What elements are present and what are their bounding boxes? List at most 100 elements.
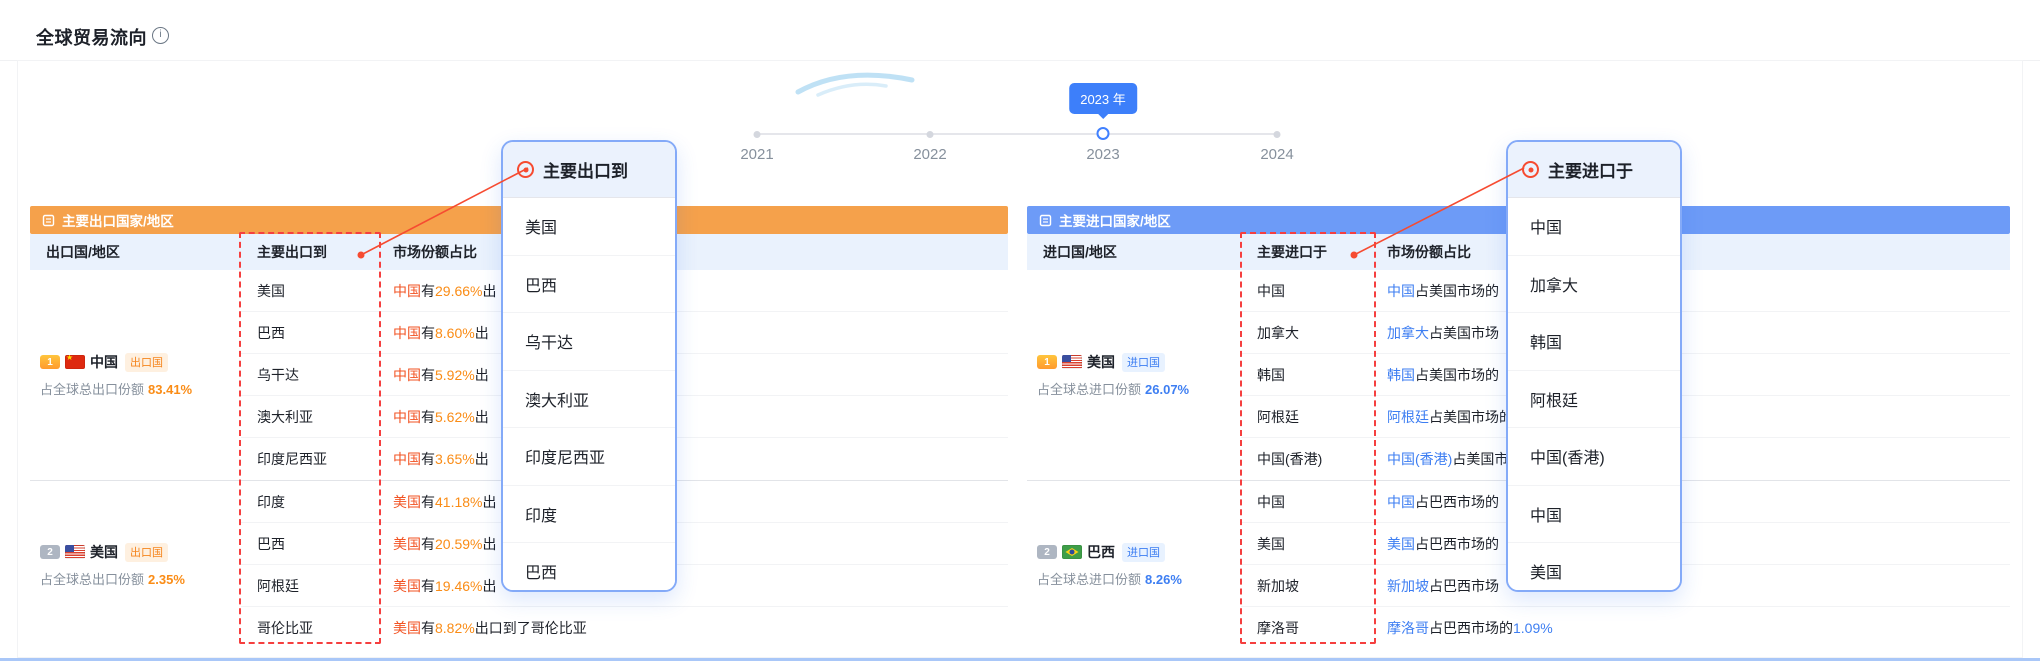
export-table-title: 主要出口国家/地区 [62, 210, 174, 230]
import-src-popup: 主要进口于 中国加拿大韩国阿根廷中国(香港)中国美国 [1506, 140, 1682, 592]
share-text-part: 出 [475, 365, 489, 385]
timeline-point-2023[interactable] [1097, 127, 1110, 140]
rank-badge: 2 [1037, 545, 1057, 559]
share-text-part: 中国 [393, 323, 421, 343]
partner-cell: 巴西 [241, 523, 377, 565]
share-text-part: 美国 [393, 618, 421, 638]
import-table-title: 主要进口国家/地区 [1059, 210, 1171, 230]
share-text-part: 中国 [393, 449, 421, 469]
popup-list-item[interactable]: 巴西 [503, 256, 675, 314]
popup-list-item[interactable]: 韩国 [1508, 313, 1680, 371]
popup-list-item[interactable]: 印度尼西亚 [503, 428, 675, 486]
global-share-label: 占全球总出口份额 [40, 382, 144, 397]
share-text-part: 3.65% [435, 451, 475, 467]
partner-cell: 阿根廷 [1241, 396, 1371, 438]
table-row: 摩洛哥摩洛哥占巴西市场的 1.09% [1241, 607, 2010, 646]
share-text-part: 出 [482, 576, 496, 596]
popup-list-item[interactable]: 美国 [1508, 543, 1680, 592]
country-name: 巴西 [1087, 542, 1115, 562]
partner-cell: 中国 [1241, 270, 1371, 312]
popup-list-item[interactable]: 加拿大 [1508, 256, 1680, 314]
timeline-year-2022[interactable]: 2022 [913, 146, 946, 163]
popup-list-item[interactable]: 澳大利亚 [503, 371, 675, 429]
share-text-part: 5.92% [435, 367, 475, 383]
popup-list-item[interactable]: 印度 [503, 486, 675, 544]
timeline-year-2021[interactable]: 2021 [740, 146, 773, 163]
page-title: 全球贸易流向 [36, 24, 147, 50]
share-text-part: 占美国市场的 [1415, 365, 1499, 385]
timeline-point-2021[interactable] [754, 131, 761, 138]
global-share-pct: 83.41% [148, 382, 192, 397]
popup-list-item[interactable]: 中国 [1508, 486, 1680, 544]
share-text-part: 有 [421, 407, 435, 427]
country-info-line: 2 巴西进口国 [1037, 542, 1241, 562]
country-role-badge: 进口国 [1122, 543, 1165, 562]
popup-list-item[interactable]: 巴西 [503, 543, 675, 592]
timeline-point-2022[interactable] [927, 131, 934, 138]
partner-cell: 韩国 [1241, 354, 1371, 396]
market-share-cell: 中国有 5.62% 出 [377, 396, 1008, 438]
table-row: 哥伦比亚美国有 8.82% 出口到了哥伦比亚 [241, 607, 1008, 646]
share-text-part: 占美国市场 [1429, 323, 1499, 343]
col-header-importer: 进口国/地区 [1027, 242, 1241, 262]
country-name: 美国 [1087, 352, 1115, 372]
export-dest-popup: 主要出口到 美国巴西乌干达澳大利亚印度尼西亚印度巴西 [501, 140, 677, 592]
target-icon [517, 161, 534, 178]
import-popup-list: 中国加拿大韩国阿根廷中国(香港)中国美国 [1508, 198, 1680, 592]
partner-cell: 哥伦比亚 [241, 607, 377, 646]
market-share-cell: 美国有 8.82% 出口到了哥伦比亚 [377, 607, 1008, 646]
share-text-part: 有 [421, 365, 435, 385]
share-text-part: 出 [475, 407, 489, 427]
timeline-track[interactable] [757, 133, 1277, 135]
import-popup-title: 主要进口于 [1548, 157, 1633, 182]
country-info-line: 1美国进口国 [1037, 352, 1241, 372]
country-cell: 2 巴西进口国占全球总进口份额8.26% [1027, 481, 1241, 646]
global-share-label: 占全球总进口份额 [1037, 572, 1141, 587]
popup-list-item[interactable]: 中国 [1508, 198, 1680, 256]
info-icon[interactable]: i [152, 27, 169, 44]
share-text-part: 有 [421, 323, 435, 343]
share-text-part: 中国(香港) [1387, 449, 1452, 469]
popup-list-item[interactable]: 美国 [503, 198, 675, 256]
timeline-year-2023[interactable]: 2023 [1086, 146, 1119, 163]
popup-list-item[interactable]: 阿根廷 [1508, 371, 1680, 429]
share-text-part: 有 [421, 492, 435, 512]
share-text-part: 阿根廷 [1387, 407, 1429, 427]
us-flag-icon [65, 545, 85, 559]
timeline-point-2024[interactable] [1274, 131, 1281, 138]
share-text-part: 美国 [393, 576, 421, 596]
list-icon [42, 214, 55, 227]
share-text-part: 1.09% [1513, 620, 1553, 636]
partner-cell: 中国 [1241, 481, 1371, 523]
country-cell: 1美国进口国占全球总进口份额26.07% [1027, 270, 1241, 480]
rank-badge: 1 [40, 355, 60, 369]
share-text-part: 出 [482, 281, 496, 301]
partner-cell: 澳大利亚 [241, 396, 377, 438]
us-flag-icon [1062, 355, 1082, 369]
market-share-cell: 中国有 3.65% 出 [377, 438, 1008, 480]
partner-cell: 中国(香港) [1241, 438, 1371, 480]
popup-list-item[interactable]: 乌干达 [503, 313, 675, 371]
col-header-export-share: 市场份额占比 [377, 242, 1008, 262]
popup-list-item[interactable]: 中国(香港) [1508, 428, 1680, 486]
partner-cell: 美国 [1241, 523, 1371, 565]
export-popup-title: 主要出口到 [543, 157, 628, 182]
global-share-pct: 26.07% [1145, 382, 1189, 397]
share-text-part: 占巴西市场的 [1415, 534, 1499, 554]
col-header-export-dest: 主要出口到 [241, 242, 377, 262]
country-cell: 1中国出口国占全球总出口份额83.41% [30, 270, 241, 480]
global-share-text: 占全球总进口份额26.07% [1037, 379, 1241, 398]
share-text-part: 20.59% [435, 536, 482, 552]
market-share-cell: 中国有 5.92% 出 [377, 354, 1008, 396]
market-share-cell: 中国有 29.66% 出 [377, 270, 1008, 312]
br-flag-icon [1062, 545, 1082, 559]
list-icon [1039, 214, 1052, 227]
partner-cell: 美国 [241, 270, 377, 312]
share-text-part: 韩国 [1387, 365, 1415, 385]
country-name: 美国 [90, 542, 118, 562]
timeline-year-2024[interactable]: 2024 [1260, 146, 1293, 163]
share-text-part: 有 [421, 449, 435, 469]
global-share-text: 占全球总进口份额8.26% [1037, 569, 1241, 588]
share-text-part: 8.60% [435, 325, 475, 341]
market-share-cell: 韩国占美国市场的 [1371, 354, 2010, 396]
